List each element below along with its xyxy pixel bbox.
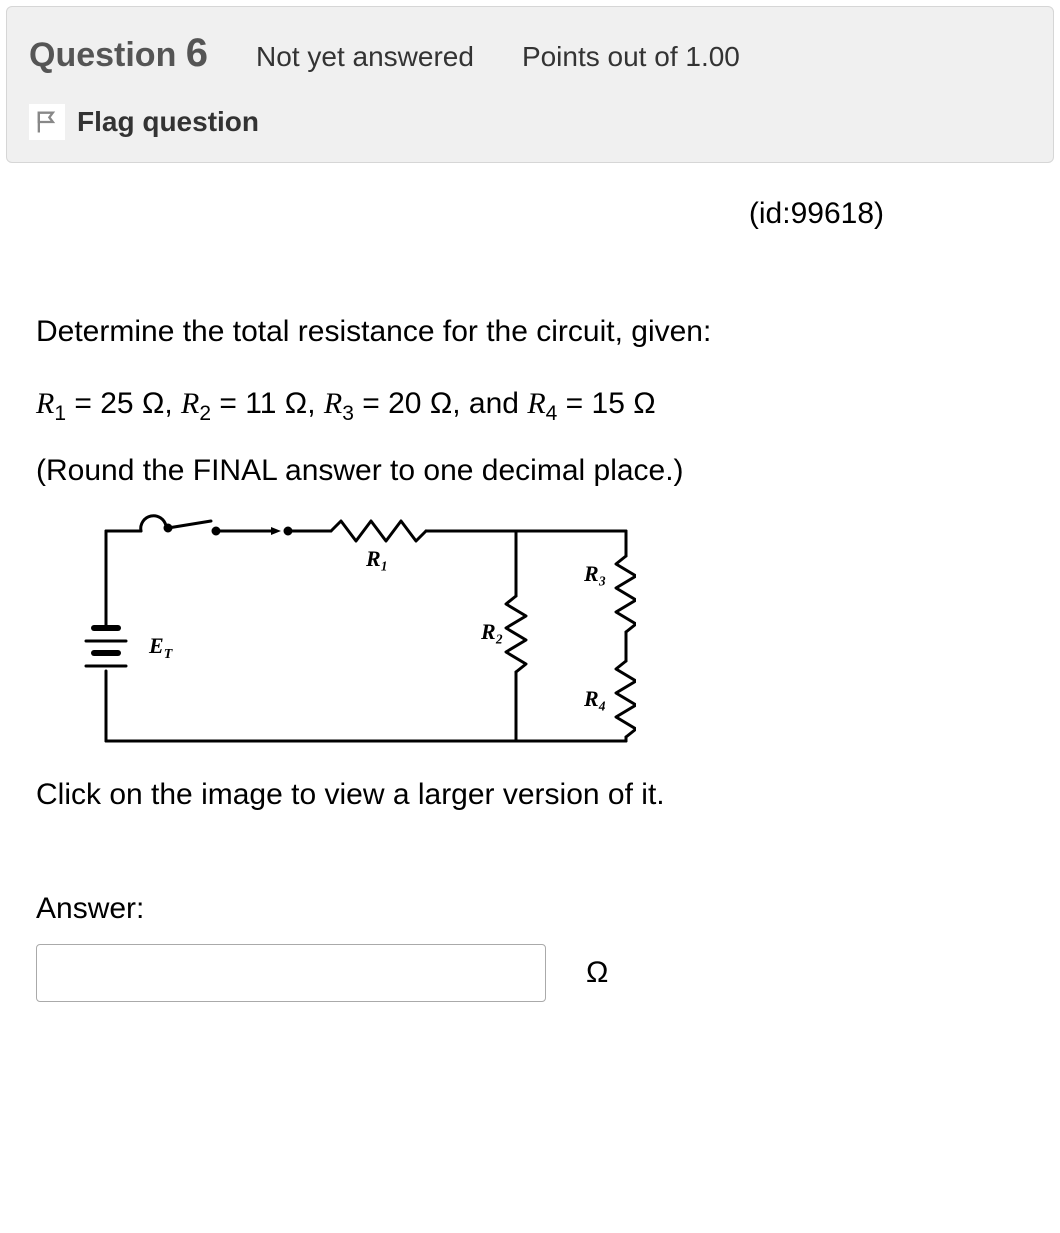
question-header: Question 6 Not yet answered Points out o… [6,6,1054,163]
r4-value: 15 [592,387,625,420]
r3-sub: 3 [342,402,354,425]
question-number-value: 6 [186,31,208,75]
flag-question-link[interactable]: Flag question [29,104,1031,140]
header-row: Question 6 Not yet answered Points out o… [29,31,1031,76]
r2-unit: Ω [285,387,307,420]
circuit-r3-label: R₃ [583,561,606,586]
r1-name: R [36,387,54,420]
r1-unit: Ω [142,387,164,420]
question-prompt: Determine the total resistance for the c… [36,311,1024,353]
r4-sub: 4 [546,402,558,425]
circuit-source-label: ET [148,633,174,662]
r2-name: R [181,387,199,420]
answer-label: Answer: [36,892,1024,926]
given-values: R1 = 25 Ω, R2 = 11 Ω, R3 = 20 Ω, and R4 … [36,381,1024,430]
r1-sub: 1 [54,402,66,425]
r4-name: R [527,387,545,420]
question-number: Question 6 [29,31,208,76]
rounding-note: (Round the FINAL answer to one decimal p… [36,448,1024,493]
r3-unit: Ω [430,387,452,420]
circuit-image[interactable]: ET R₁ R₂ R₃ R₄ [36,501,1024,758]
circuit-r4-label: R₄ [583,686,606,711]
r1-value: 25 [100,387,133,420]
points-text: Points out of 1.00 [522,41,740,73]
question-label: Question [29,36,176,74]
answer-status: Not yet answered [256,41,474,73]
circuit-r1-label: R₁ [365,546,388,571]
r2-value: 11 [245,387,276,420]
and-word: and [469,387,519,420]
image-click-note: Click on the image to view a larger vers… [36,778,1024,812]
r4-unit: Ω [633,387,655,420]
r3-name: R [324,387,342,420]
question-body: (id:99618) Determine the total resistanc… [0,163,1060,1042]
circuit-r2-label: R₂ [480,619,503,644]
question-id: (id:99618) [36,197,1024,231]
answer-input[interactable] [36,944,546,1002]
flag-icon [29,104,65,140]
r2-sub: 2 [199,402,211,425]
answer-row: Ω [36,944,1024,1002]
r3-value: 20 [388,387,421,420]
flag-question-label: Flag question [77,106,259,138]
answer-unit: Ω [586,956,608,990]
